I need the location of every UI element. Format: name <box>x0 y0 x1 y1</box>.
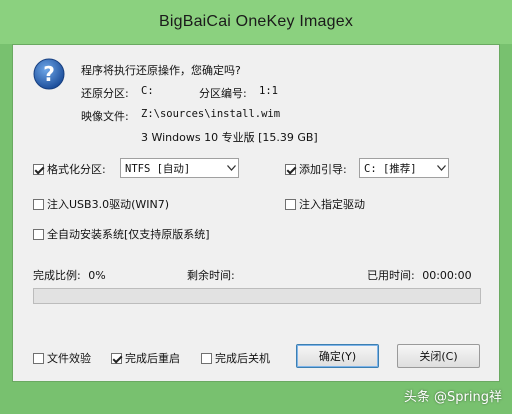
elapsed-value: 00:00:00 <box>422 269 472 282</box>
completion-label: 完成比例: <box>33 269 81 282</box>
inject-driver-label: 注入指定驱动 <box>299 198 365 211</box>
auto-install-label: 全自动安装系统[仅支持原版系统] <box>47 228 210 241</box>
verify-file-label: 文件效验 <box>47 352 91 365</box>
restart-after-checkbox[interactable]: 完成后重启 <box>111 350 180 366</box>
boot-drive-select[interactable]: C: [推荐] <box>359 158 449 178</box>
shutdown-after-label: 完成后关机 <box>215 352 270 365</box>
partition-number-label: 分区编号: <box>199 87 247 100</box>
remaining-status: 剩余时间: <box>187 267 235 283</box>
inject-usb3-label: 注入USB3.0驱动(WIN7) <box>47 198 170 211</box>
progress-bar <box>33 288 481 304</box>
partition-number-value: 1:1 <box>259 85 278 97</box>
auto-install-checkbox[interactable]: 全自动安装系统[仅支持原版系统] <box>33 226 210 242</box>
completion-value: 0% <box>88 269 106 282</box>
completion-status: 完成比例: 0% <box>33 267 106 283</box>
checkbox-box[interactable] <box>33 228 44 240</box>
dialog-body: ? 程序将执行还原操作，您确定吗? 还原分区: C: 分区编号: 1:1 映像文… <box>12 44 500 382</box>
restore-partition-value: C: <box>141 85 154 97</box>
inject-driver-checkbox[interactable]: 注入指定驱动 <box>285 196 365 212</box>
svg-text:?: ? <box>43 62 55 86</box>
restore-partition-label: 还原分区: <box>81 87 129 100</box>
checkbox-box[interactable] <box>111 352 122 364</box>
checkbox-box[interactable] <box>285 163 296 175</box>
boot-drive-select-value: C: [推荐] <box>364 162 417 175</box>
shutdown-after-checkbox[interactable]: 完成后关机 <box>201 350 270 366</box>
close-button[interactable]: 关闭(C) <box>397 344 480 368</box>
filesystem-select-value: NTFS [自动] <box>125 162 191 175</box>
checkbox-box[interactable] <box>33 198 44 210</box>
title-bar[interactable]: BigBaiCai OneKey Imagex <box>0 0 512 44</box>
image-file-label: 映像文件: <box>81 110 129 123</box>
filesystem-select[interactable]: NTFS [自动] <box>120 158 239 178</box>
confirm-question: 程序将执行还原操作，您确定吗? <box>81 64 241 77</box>
ok-button[interactable]: 确定(Y) <box>296 344 379 368</box>
remaining-label: 剩余时间: <box>187 269 235 282</box>
question-icon: ? <box>33 58 65 90</box>
chevron-down-icon[interactable] <box>224 159 238 177</box>
checkbox-box[interactable] <box>285 198 296 210</box>
inject-usb3-checkbox[interactable]: 注入USB3.0驱动(WIN7) <box>33 196 169 212</box>
checkbox-box[interactable] <box>33 163 44 175</box>
watermark-text: 头条 @Spring祥 <box>403 390 502 405</box>
elapsed-label: 已用时间: <box>367 269 415 282</box>
chevron-down-icon[interactable] <box>434 159 448 177</box>
dialog-window: BigBaiCai OneKey Imagex ? 程序将执行还原操作，您确定吗… <box>0 0 512 414</box>
verify-file-checkbox[interactable]: 文件效验 <box>33 350 91 366</box>
checkbox-box[interactable] <box>201 352 212 364</box>
checkbox-box[interactable] <box>33 352 44 364</box>
add-boot-checkbox[interactable]: 添加引导: <box>285 161 347 177</box>
format-partition-checkbox[interactable]: 格式化分区: <box>33 161 106 177</box>
format-partition-label: 格式化分区: <box>47 163 106 176</box>
window-title: BigBaiCai OneKey Imagex <box>158 13 354 30</box>
image-file-value: Z:\sources\install.wim <box>141 108 281 120</box>
add-boot-label: 添加引导: <box>299 163 347 176</box>
restart-after-label: 完成后重启 <box>125 352 180 365</box>
image-detail: 3 Windows 10 专业版 [15.39 GB] <box>141 131 318 144</box>
elapsed-status: 已用时间: 00:00:00 <box>367 267 472 283</box>
